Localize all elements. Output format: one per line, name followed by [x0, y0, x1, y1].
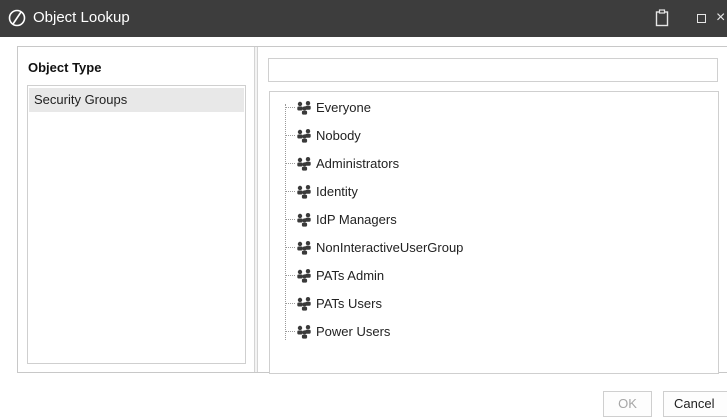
- group-users-icon: [297, 269, 311, 283]
- object-type-item-security-groups[interactable]: Security Groups: [29, 88, 244, 112]
- tree-item-label: PATs Users: [316, 296, 382, 311]
- object-type-list[interactable]: Security Groups: [27, 85, 246, 364]
- ok-button[interactable]: OK: [603, 391, 652, 417]
- group-users-icon: [297, 241, 311, 255]
- tree-branch-line: [285, 135, 295, 136]
- tree-item[interactable]: NonInteractiveUserGroup: [285, 238, 585, 258]
- tree-branch-line: [285, 303, 295, 304]
- title-bar: Object Lookup ×: [0, 0, 727, 37]
- object-type-item-label: Security Groups: [34, 92, 128, 107]
- tree-item-label: Nobody: [316, 128, 361, 143]
- close-icon[interactable]: ×: [716, 9, 725, 27]
- tree-branch-line: [285, 219, 295, 220]
- cancel-button[interactable]: Cancel: [663, 391, 727, 417]
- tree-item-label: Identity: [316, 184, 358, 199]
- window-title: Object Lookup: [33, 9, 130, 26]
- tree-item-label: NonInteractiveUserGroup: [316, 240, 464, 255]
- group-users-icon: [297, 325, 311, 339]
- group-users-icon: [297, 129, 311, 143]
- tree-item[interactable]: Nobody: [285, 126, 585, 146]
- tree-item-label: IdP Managers: [316, 212, 397, 227]
- tree-item-label: Everyone: [316, 100, 371, 115]
- tree-item[interactable]: PATs Admin: [285, 266, 585, 286]
- tree-branch-line: [285, 191, 295, 192]
- tree-branch-line: [285, 275, 295, 276]
- tree-item-label: Administrators: [316, 156, 400, 171]
- group-tree[interactable]: Everyone Nobody Administrators Identity IdP …: [269, 91, 719, 374]
- circle-slash-logo-icon: [8, 9, 26, 27]
- group-users-icon: [297, 185, 311, 199]
- group-users-icon: [297, 157, 311, 171]
- clipboard-icon[interactable]: [655, 9, 669, 27]
- tree-branch-line: [285, 247, 295, 248]
- tree-item-label: Power Users: [316, 324, 391, 339]
- tree-item[interactable]: Identity: [285, 182, 585, 202]
- group-users-icon: [297, 297, 311, 311]
- object-type-panel: Object Type Security Groups: [18, 47, 255, 372]
- tree-item[interactable]: PATs Users: [285, 294, 585, 314]
- tree-item-label: PATs Admin: [316, 268, 385, 283]
- object-type-heading: Object Type: [28, 60, 102, 75]
- tree-item[interactable]: Power Users: [285, 322, 585, 342]
- pane-splitter[interactable]: [254, 47, 258, 372]
- tree-branch-line: [285, 163, 295, 164]
- search-input[interactable]: [268, 58, 718, 82]
- maximize-icon[interactable]: [697, 14, 706, 23]
- tree-branch-line: [285, 107, 295, 108]
- group-users-icon: [297, 101, 311, 115]
- group-users-icon: [297, 213, 311, 227]
- tree-item[interactable]: Everyone: [285, 98, 585, 118]
- tree-item[interactable]: IdP Managers: [285, 210, 585, 230]
- tree-branch-line: [285, 331, 295, 332]
- tree-item[interactable]: Administrators: [285, 154, 585, 174]
